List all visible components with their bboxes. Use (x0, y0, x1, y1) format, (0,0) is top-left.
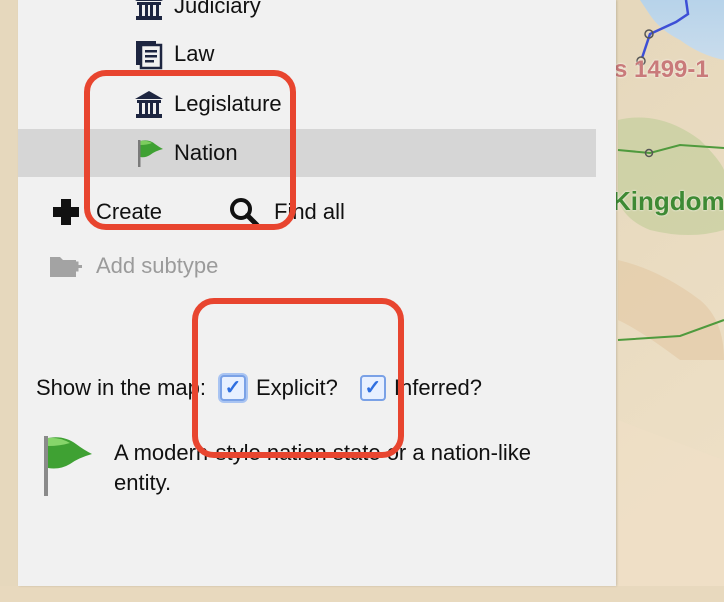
plus-icon (53, 199, 79, 225)
flag-icon (138, 140, 163, 167)
type-item-legislature[interactable]: Legislature (18, 80, 596, 128)
type-item-label: Law (174, 41, 215, 66)
find-all-label: Find all (274, 199, 345, 224)
type-item-label: Legislature (174, 91, 282, 116)
flag-icon (44, 436, 92, 496)
explicit-checkbox[interactable]: ✓ (219, 375, 246, 401)
create-button[interactable]: Create (50, 196, 162, 228)
map-label-kingdom: Kingdom (612, 186, 724, 216)
add-subtype-label: Add subtype (96, 253, 219, 278)
type-item-label: Judiciary (174, 0, 261, 18)
courthouse-icon (135, 91, 163, 118)
courthouse-icon (135, 0, 163, 20)
type-item-label: Nation (174, 140, 238, 165)
explicit-label: Explicit? (255, 375, 338, 400)
inferred-label: Inferred? (393, 375, 482, 400)
type-item-nation[interactable]: Nation (18, 129, 596, 177)
create-label: Create (96, 199, 163, 224)
show-in-map-row: Show in the map: ✓ Explicit? ✓ Inferred? (36, 372, 482, 404)
inferred-checkbox[interactable]: ✓ (359, 375, 386, 401)
type-item-judiciary[interactable]: Judiciary (18, 0, 596, 30)
find-all-button[interactable]: Find all (228, 196, 345, 228)
map-label-years: s 1499-1 (614, 56, 709, 83)
magnifier-icon (230, 198, 260, 228)
type-description: A modern-style nation state or a nation-… (114, 440, 532, 495)
add-subtype-button[interactable]: Add subtype (48, 250, 218, 282)
show-in-map-label: Show in the map: (36, 375, 206, 400)
type-item-law[interactable]: Law (18, 30, 596, 78)
entity-type-panel: Judiciary Law Legislature Nation Create … (18, 0, 616, 586)
folder-plus-icon (50, 257, 82, 277)
document-icon (136, 41, 163, 70)
